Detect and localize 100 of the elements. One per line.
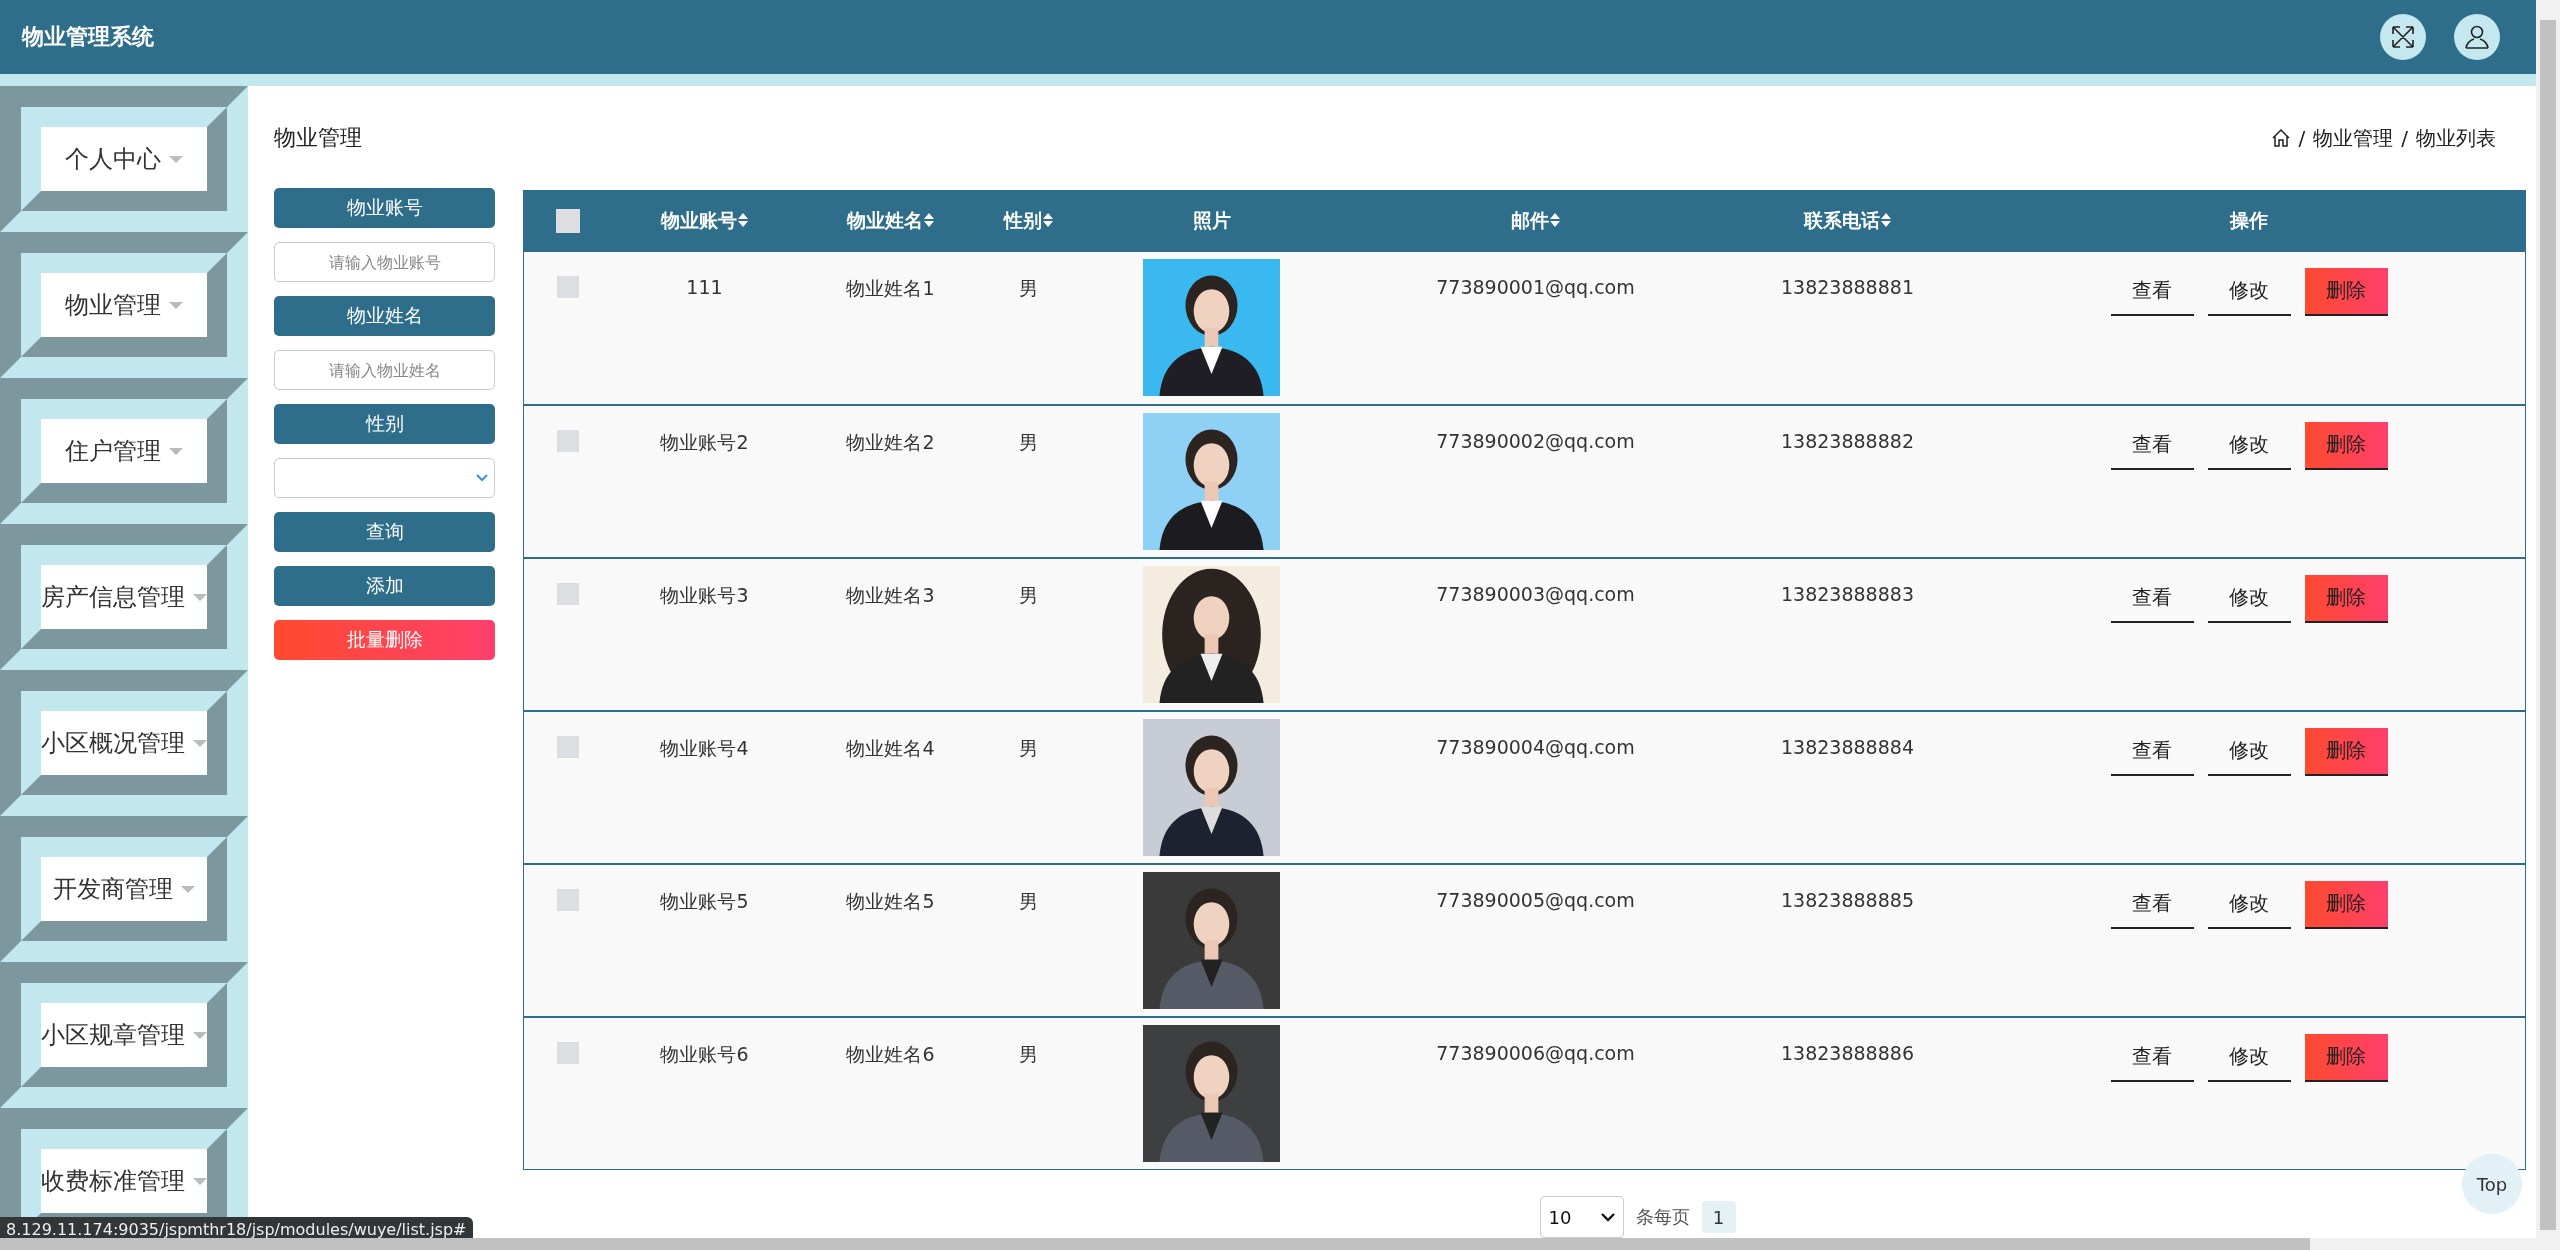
row-action-button[interactable]: 查看 [2110, 880, 2194, 929]
delete-button[interactable]: 删除 [2304, 1033, 2388, 1082]
dropdown-caret-icon [193, 593, 207, 601]
column-header-cell[interactable]: 联系电话 [1721, 190, 1974, 252]
sort-icon [1043, 213, 1053, 228]
search-field[interactable]: 请输入物业账号 [274, 242, 495, 282]
row-action-button[interactable]: 修改 [2207, 574, 2291, 623]
sort-icon [1881, 213, 1891, 228]
gender-select[interactable] [274, 458, 495, 498]
fullscreen-button[interactable] [2380, 14, 2426, 60]
breadcrumb-separator: / [2401, 126, 2408, 150]
sidebar-menu-item[interactable]: 小区概况管理 [41, 711, 207, 775]
sidebar-menu-item[interactable]: 开发商管理 [41, 857, 207, 921]
phone-cell: 13823888883 [1781, 582, 1914, 605]
filter-label: 物业姓名 [274, 296, 495, 336]
account-cell: 物业账号4 [660, 736, 749, 759]
row-checkbox[interactable] [556, 582, 579, 605]
column-header-cell: 照片 [1073, 190, 1350, 252]
horizontal-scrollbar[interactable] [0, 1238, 2536, 1250]
email-cell: 773890001@qq.com [1436, 275, 1635, 298]
home-icon [2270, 128, 2291, 148]
chevron-down-icon [476, 474, 488, 482]
row-action-button[interactable]: 查看 [2110, 421, 2194, 470]
row-action-button[interactable]: 查看 [2110, 267, 2194, 316]
dropdown-caret-icon [169, 301, 183, 309]
filter-label: 物业账号 [274, 188, 495, 228]
email-cell: 773890002@qq.com [1436, 429, 1635, 452]
account-cell: 物业账号2 [660, 430, 749, 453]
sort-icon [924, 213, 934, 228]
status-url: 8.129.11.174:9035/jspmthr18/jsp/modules/wuye/list.jsp# [0, 1217, 473, 1238]
email-cell: 773890006@qq.com [1436, 1041, 1635, 1064]
dropdown-caret-icon [169, 155, 183, 163]
column-header-cell[interactable]: 物业账号 [611, 190, 798, 252]
action-button[interactable]: 查询 [274, 512, 495, 552]
home-link[interactable] [2270, 128, 2291, 148]
row-action-button[interactable]: 修改 [2207, 727, 2291, 776]
name-cell: 物业姓名3 [846, 583, 935, 606]
action-button[interactable]: 添加 [274, 566, 495, 606]
dropdown-caret-icon [193, 1177, 207, 1185]
account-cell: 物业账号5 [660, 889, 749, 912]
select-all-checkbox[interactable] [555, 209, 580, 234]
name-cell: 物业姓名5 [846, 889, 935, 912]
delete-button[interactable]: 删除 [2304, 727, 2388, 776]
sidebar-menu-item[interactable]: 个人中心 [41, 127, 207, 191]
account-cell: 物业账号3 [660, 583, 749, 606]
expand-arrows-icon [2390, 24, 2416, 50]
user-icon [2464, 24, 2490, 50]
filter-label: 性别 [274, 404, 495, 444]
name-cell: 物业姓名6 [846, 1042, 935, 1065]
back-to-top-button[interactable]: Top [2462, 1154, 2522, 1214]
breadcrumb-separator: / [2298, 126, 2306, 150]
user-button[interactable] [2454, 14, 2500, 60]
column-header-cell[interactable]: 性别 [983, 190, 1074, 252]
chevron-down-icon [1600, 1212, 1615, 1222]
column-header-cell[interactable]: 物业姓名 [797, 190, 984, 252]
breadcrumb-item: 物业列表 [2416, 124, 2496, 152]
column-header-cell[interactable]: 邮件 [1349, 190, 1722, 252]
row-action-button[interactable]: 查看 [2110, 727, 2194, 776]
delete-button[interactable]: 删除 [2304, 880, 2388, 929]
email-cell: 773890003@qq.com [1436, 582, 1635, 605]
row-action-button[interactable]: 修改 [2207, 880, 2291, 929]
row-action-button[interactable]: 查看 [2110, 1033, 2194, 1082]
phone-cell: 13823888882 [1781, 429, 1914, 452]
row-checkbox[interactable] [556, 888, 579, 911]
dropdown-caret-icon [169, 447, 183, 455]
phone-cell: 13823888886 [1781, 1041, 1914, 1064]
breadcrumb-item[interactable]: 物业管理 [2313, 124, 2394, 152]
row-checkbox[interactable] [556, 275, 579, 298]
delete-button[interactable]: 删除 [2304, 421, 2388, 470]
dropdown-caret-icon [181, 885, 195, 893]
sidebar-menu-item[interactable]: 收费标准管理 [41, 1149, 207, 1213]
search-field[interactable]: 请输入物业姓名 [274, 350, 495, 390]
app-title: 物业管理系统 [22, 23, 154, 51]
row-action-button[interactable]: 修改 [2207, 421, 2291, 470]
account-cell: 物业账号6 [660, 1042, 749, 1065]
email-cell: 773890005@qq.com [1436, 888, 1635, 911]
sidebar-menu-item[interactable]: 住户管理 [41, 419, 207, 483]
sidebar-menu-item[interactable]: 物业管理 [41, 273, 207, 337]
phone-cell: 13823888881 [1781, 275, 1914, 298]
name-cell: 物业姓名4 [846, 736, 935, 759]
phone-cell: 13823888885 [1781, 888, 1914, 911]
name-cell: 物业姓名2 [846, 430, 935, 453]
page-number[interactable]: 1 [1701, 1201, 1736, 1233]
sidebar-menu-item[interactable]: 小区规章管理 [41, 1003, 207, 1067]
gender-cell: 男 [1019, 1042, 1038, 1065]
row-action-button[interactable]: 查看 [2110, 574, 2194, 623]
name-cell: 物业姓名1 [846, 276, 935, 299]
account-cell: 111 [686, 275, 723, 298]
row-action-button[interactable]: 修改 [2207, 267, 2291, 316]
row-checkbox[interactable] [556, 429, 579, 452]
row-checkbox[interactable] [556, 1041, 579, 1064]
delete-button[interactable]: 删除 [2304, 267, 2388, 316]
gender-cell: 男 [1019, 583, 1038, 606]
delete-button[interactable]: 删除 [2304, 574, 2388, 623]
sidebar-menu-item[interactable]: 房产信息管理 [41, 565, 207, 629]
row-action-button[interactable]: 修改 [2207, 1033, 2291, 1082]
row-checkbox[interactable] [556, 735, 579, 758]
per-page-label: 条每页 [1635, 1205, 1690, 1229]
sort-icon [1550, 213, 1560, 228]
vertical-scrollbar[interactable] [2536, 0, 2560, 1250]
